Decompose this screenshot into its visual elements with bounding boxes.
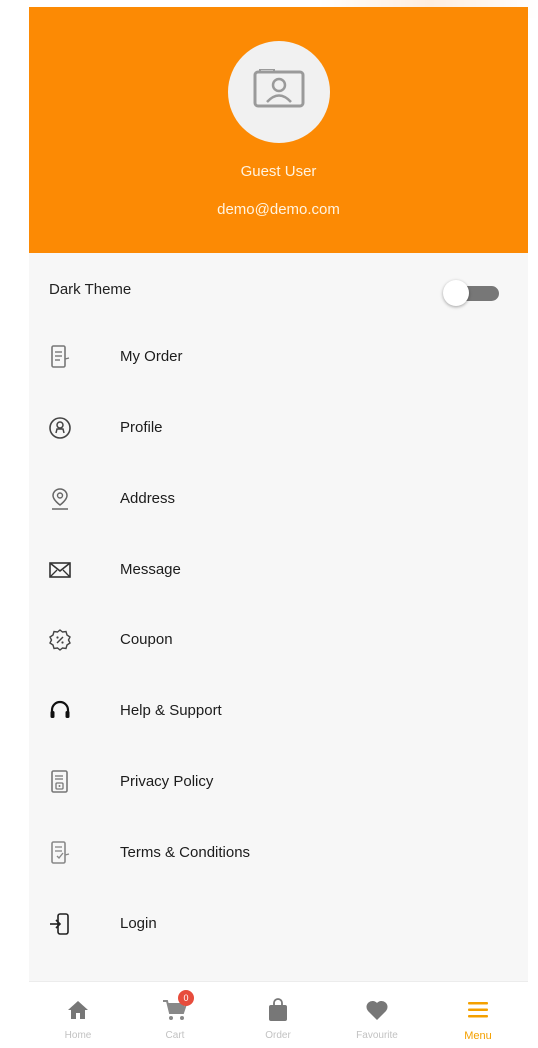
menu-item-label: Coupon	[120, 631, 173, 648]
location-pin-icon	[47, 486, 73, 512]
coupon-icon	[47, 627, 73, 653]
shopping-bag-icon	[264, 996, 292, 1024]
toggle-knob	[443, 280, 469, 306]
menu-item-login[interactable]: Login	[29, 897, 528, 953]
headset-icon	[47, 698, 73, 724]
nav-item-cart[interactable]: 0 Cart	[135, 982, 215, 1048]
user-name: Guest User	[240, 163, 317, 180]
nav-item-home[interactable]: Home	[38, 982, 118, 1048]
dark-theme-label: Dark Theme	[49, 281, 132, 298]
menu-item-label: My Order	[120, 348, 183, 365]
nav-item-order[interactable]: Order	[238, 982, 318, 1048]
menu-item-label: Login	[120, 915, 157, 932]
menu-item-label: Terms & Conditions	[120, 844, 251, 861]
menu-item-privacy-policy[interactable]: Privacy Policy	[29, 755, 528, 811]
menu-item-label: Address	[120, 490, 176, 507]
nav-label: Menu	[464, 1030, 492, 1042]
nav-label: Home	[64, 1030, 92, 1041]
dark-theme-row: Dark Theme	[29, 270, 528, 310]
menu-item-message[interactable]: Message	[29, 543, 528, 599]
hamburger-menu-icon	[464, 996, 492, 1024]
nav-label: Order	[265, 1030, 291, 1041]
heart-icon	[363, 996, 391, 1024]
nav-item-favourite[interactable]: Favourite	[337, 982, 417, 1048]
nav-label: Favourite	[356, 1030, 398, 1041]
menu-screen: Guest User demo@demo.com Dark Theme My O…	[29, 7, 528, 1048]
menu-item-label: Message	[120, 561, 181, 578]
envelope-icon	[47, 557, 73, 583]
menu-item-my-order[interactable]: My Order	[29, 330, 528, 386]
bottom-navigation: Home 0 Cart Order Favourite Menu	[29, 981, 528, 1048]
profile-icon	[47, 415, 73, 441]
menu-item-label: Privacy Policy	[120, 773, 214, 790]
nav-item-menu[interactable]: Menu	[438, 982, 518, 1048]
profile-header: Guest User demo@demo.com	[29, 7, 528, 253]
portrait-frame-icon	[252, 67, 306, 116]
dark-theme-toggle[interactable]	[443, 280, 501, 306]
menu-item-profile[interactable]: Profile	[29, 401, 528, 457]
login-door-icon	[47, 911, 73, 937]
avatar[interactable]	[228, 41, 330, 143]
home-icon	[64, 996, 92, 1024]
menu-item-label: Profile	[120, 419, 163, 436]
menu-item-coupon[interactable]: Coupon	[29, 613, 528, 669]
menu-item-help-support[interactable]: Help & Support	[29, 684, 528, 740]
menu-item-label: Help & Support	[120, 702, 222, 719]
cart-count-badge: 0	[178, 990, 194, 1006]
menu-item-address[interactable]: Address	[29, 472, 528, 528]
privacy-document-icon	[47, 769, 73, 795]
order-list-icon	[47, 344, 73, 370]
user-email: demo@demo.com	[217, 201, 340, 218]
nav-label: Cart	[165, 1030, 185, 1041]
menu-item-terms-conditions[interactable]: Terms & Conditions	[29, 826, 528, 882]
terms-document-icon	[47, 840, 73, 866]
